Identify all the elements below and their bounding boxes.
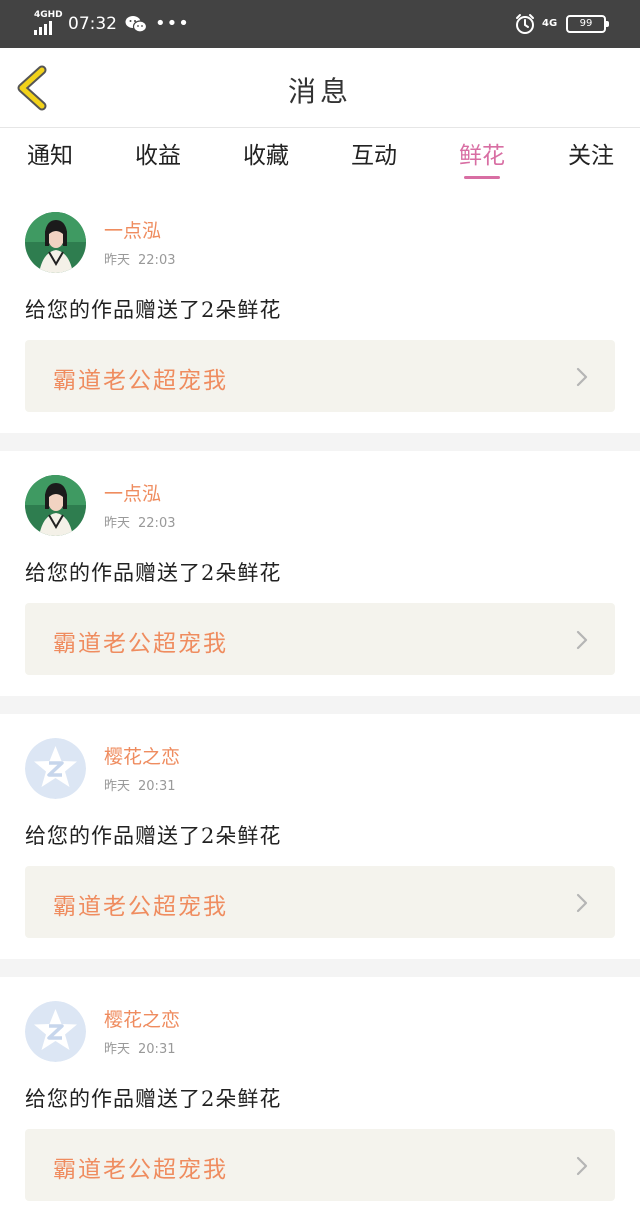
divider	[0, 433, 640, 451]
default-avatar-icon	[25, 1001, 86, 1062]
signal-icon: 4GHD	[34, 10, 64, 38]
chevron-right-icon	[576, 1156, 588, 1176]
work-title: 霸道老公超宠我	[53, 368, 228, 394]
message-date: 昨天	[104, 1042, 131, 1057]
sender-name[interactable]: 一点泓	[104, 479, 161, 506]
message-clock: 20:31	[138, 1042, 176, 1057]
work-title: 霸道老公超宠我	[53, 894, 228, 920]
message-date: 昨天	[104, 516, 131, 531]
status-left: 4GHD 07:32 •••	[34, 10, 190, 38]
message-text: 给您的作品赠送了2朵鲜花	[25, 824, 282, 848]
tab-notifications[interactable]: 通知	[10, 136, 90, 170]
chevron-right-icon	[576, 630, 588, 650]
message-text: 给您的作品赠送了2朵鲜花	[25, 298, 282, 322]
message-item: 樱花之恋 昨天 20:31 给您的作品赠送了2朵鲜花 霸道老公超宠我	[0, 714, 640, 959]
message-time: 昨天 20:31	[104, 1038, 175, 1057]
divider	[0, 959, 640, 977]
tab-earnings[interactable]: 收益	[118, 136, 198, 170]
header: 消息	[0, 48, 640, 128]
message-text: 给您的作品赠送了2朵鲜花	[25, 561, 282, 585]
work-link-card[interactable]: 霸道老公超宠我	[25, 603, 615, 675]
tab-bar: 通知 收益 收藏 互动 鲜花 关注	[0, 128, 640, 184]
message-item: 一点泓 昨天 22:03 给您的作品赠送了2朵鲜花 霸道老公超宠我	[0, 188, 640, 433]
tab-interactions[interactable]: 互动	[334, 136, 414, 170]
network-type: 4GHD	[34, 10, 63, 20]
chevron-right-icon	[576, 893, 588, 913]
default-avatar-icon	[25, 738, 86, 799]
message-clock: 20:31	[138, 779, 176, 794]
divider	[0, 696, 640, 714]
work-link-card[interactable]: 霸道老公超宠我	[25, 866, 615, 938]
message-time: 昨天 22:03	[104, 512, 175, 531]
message-time: 昨天 22:03	[104, 249, 175, 268]
sender-name[interactable]: 樱花之恋	[104, 742, 180, 769]
active-tab-indicator	[464, 176, 500, 179]
message-time: 昨天 20:31	[104, 775, 175, 794]
sender-name[interactable]: 樱花之恋	[104, 1005, 180, 1032]
network-4g: 4G	[542, 18, 558, 29]
avatar[interactable]	[25, 475, 86, 536]
message-clock: 22:03	[138, 516, 176, 531]
avatar[interactable]	[25, 738, 86, 799]
status-right: 4G 99	[514, 12, 609, 36]
status-bar: 4GHD 07:32 ••• 4G 99	[0, 0, 640, 48]
work-link-card[interactable]: 霸道老公超宠我	[25, 1129, 615, 1201]
message-item: 樱花之恋 昨天 20:31 给您的作品赠送了2朵鲜花 霸道老公超宠我	[0, 977, 640, 1214]
page-title: 消息	[287, 75, 352, 108]
battery-icon: 99	[566, 15, 609, 33]
avatar[interactable]	[25, 212, 86, 273]
message-item: 一点泓 昨天 22:03 给您的作品赠送了2朵鲜花 霸道老公超宠我	[0, 451, 640, 696]
message-text: 给您的作品赠送了2朵鲜花	[25, 1087, 282, 1111]
sender-name[interactable]: 一点泓	[104, 216, 161, 243]
battery-level: 99	[579, 18, 593, 29]
tab-flowers[interactable]: 鲜花	[442, 136, 522, 170]
message-date: 昨天	[104, 779, 131, 794]
work-link-card[interactable]: 霸道老公超宠我	[25, 340, 615, 412]
alarm-icon	[514, 13, 536, 35]
avatar[interactable]	[25, 1001, 86, 1062]
message-date: 昨天	[104, 253, 131, 268]
work-title: 霸道老公超宠我	[53, 1157, 228, 1183]
wechat-icon	[125, 15, 148, 33]
more-notifications: •••	[155, 13, 190, 34]
tab-favorites[interactable]: 收藏	[226, 136, 306, 170]
tab-follows[interactable]: 关注	[551, 136, 631, 170]
work-title: 霸道老公超宠我	[53, 631, 228, 657]
message-clock: 22:03	[138, 253, 176, 268]
status-time: 07:32	[68, 14, 117, 34]
chevron-right-icon	[576, 367, 588, 387]
